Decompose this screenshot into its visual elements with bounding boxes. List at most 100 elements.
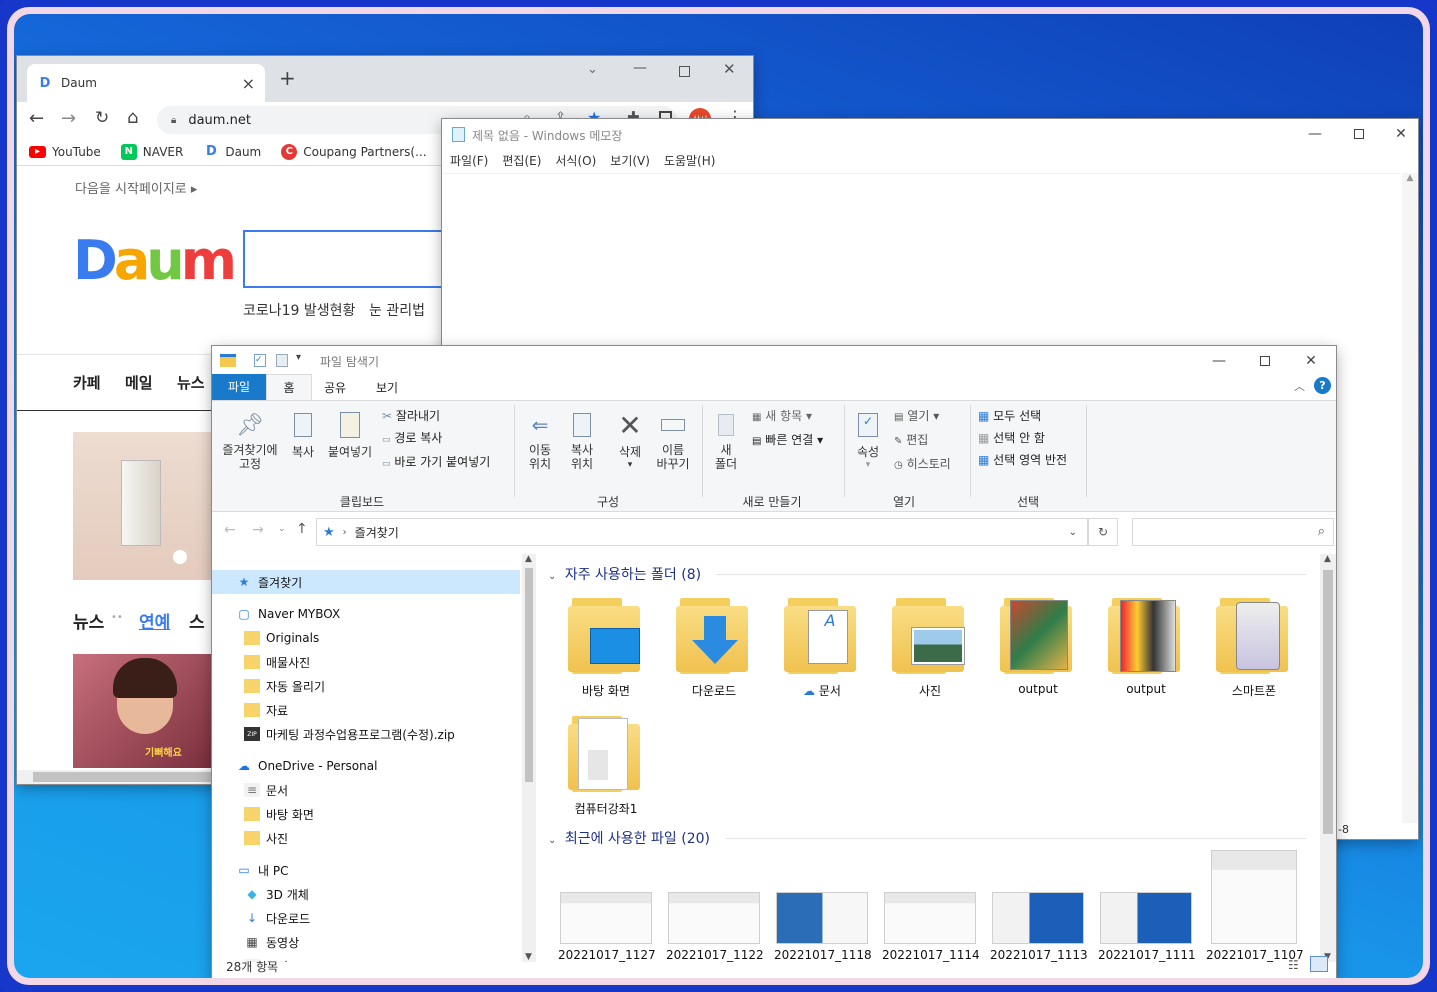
nav-item[interactable]: ◆ 3D 개체	[212, 882, 308, 906]
up-icon[interactable]: ↑	[296, 521, 308, 537]
help-icon[interactable]: ?	[1314, 377, 1331, 394]
nav-cafe[interactable]: 카페	[73, 372, 101, 393]
details-view-icon[interactable]: ☷	[1288, 958, 1299, 972]
nav-item[interactable]: ≡ 문서	[212, 778, 288, 802]
easy-access-button[interactable]: ▤ 빠른 연결 ▾	[752, 429, 823, 453]
refresh-button[interactable]: ↻	[1088, 518, 1118, 546]
nav-item[interactable]: ★ 즐겨찾기	[212, 570, 520, 594]
tab-file[interactable]: 파일	[212, 374, 266, 400]
recent-file-tile[interactable]: 20221017_1122	[666, 850, 764, 962]
quick-access-doc-icon[interactable]	[276, 354, 288, 367]
sports-tab[interactable]: 스	[189, 608, 205, 633]
recent-locations-icon[interactable]: ⌄	[278, 524, 286, 534]
folder-tile[interactable]: 바탕 화면	[558, 592, 654, 699]
frequent-folders-header[interactable]: ⌄ 자주 사용하는 폴더 (8)	[548, 564, 701, 584]
back-icon[interactable]: ←	[224, 522, 236, 538]
quick-access-check-icon[interactable]: ✓	[254, 354, 266, 367]
recent-file-tile[interactable]: 20221017_1118	[774, 850, 872, 962]
bookmark-daum[interactable]: D Daum	[203, 143, 261, 160]
search-input[interactable]	[243, 230, 473, 288]
nav-item[interactable]: 자료	[212, 698, 288, 722]
forward-icon[interactable]: →	[252, 522, 264, 538]
nav-item[interactable]: 사진	[212, 826, 288, 850]
address-bar[interactable]: ★ › 즐겨찾기 ⌄	[316, 518, 1088, 546]
new-item-button[interactable]: ▦ 새 항목 ▾	[752, 405, 823, 429]
forward-icon[interactable]: →	[61, 108, 76, 129]
nav-item[interactable]: 자동 올리기	[212, 674, 325, 698]
rename-button[interactable]: 이름 바꾸기	[652, 407, 694, 471]
nav-mail[interactable]: 메일	[125, 372, 153, 393]
bookmark-youtube[interactable]: ▸ YouTube	[29, 145, 101, 159]
minimize-icon[interactable]: —	[633, 60, 647, 76]
nav-item[interactable]: ↓ 다운로드	[212, 906, 310, 930]
paste-button[interactable]: 붙여넣기	[324, 407, 376, 460]
folder-tile[interactable]: output	[990, 592, 1086, 696]
entertainment-tab[interactable]: 연예	[139, 608, 170, 633]
trending-keyword[interactable]: 코로나19 발생현황	[243, 300, 355, 320]
copy-path-button[interactable]: ▭ 경로 복사	[382, 427, 490, 451]
maximize-icon[interactable]	[1336, 119, 1382, 149]
qat-dropdown-icon[interactable]: ▾	[296, 352, 301, 363]
tab-share[interactable]: 공유	[324, 379, 346, 396]
news-thumbnail[interactable]: 기뻐해요	[73, 654, 215, 768]
tab-view[interactable]: 보기	[376, 379, 398, 396]
paste-shortcut-button[interactable]: ▭ 바로 가기 붙여넣기	[382, 451, 490, 475]
delete-button[interactable]: ✕ 삭제 ▾	[610, 407, 650, 471]
recent-file-tile[interactable]: 20221017_1107	[1206, 850, 1304, 962]
trending-keyword[interactable]: 눈 관리법	[369, 300, 425, 320]
nav-item[interactable]: 바탕 화면	[212, 802, 314, 826]
start-page-link[interactable]: 다음을 시작페이지로 ▸	[75, 178, 197, 197]
invert-selection-button[interactable]: ▦ 선택 영역 반전	[978, 449, 1067, 471]
close-icon[interactable]: ✕	[1288, 346, 1334, 376]
select-none-button[interactable]: ▦ 선택 안 함	[978, 427, 1067, 449]
tab-close-icon[interactable]: ×	[242, 74, 255, 93]
copy-button[interactable]: 복사	[286, 407, 320, 460]
address-dropdown-icon[interactable]: ⌄	[1069, 527, 1077, 538]
recent-files-header[interactable]: ⌄ 최근에 사용한 파일 (20)	[548, 828, 710, 848]
minimize-icon[interactable]: —	[1196, 346, 1242, 376]
ribbon-collapse-icon[interactable]: ︿	[1294, 378, 1305, 394]
menu-view[interactable]: 보기(V)	[610, 152, 650, 169]
bookmark-coupang[interactable]: C Coupang Partners(...	[281, 143, 427, 160]
nav-item[interactable]: ▢ Naver MYBOX	[212, 602, 340, 626]
recent-file-tile[interactable]: 20221017_1114	[882, 850, 980, 962]
ad-banner-image[interactable]	[73, 432, 215, 580]
maximize-icon[interactable]	[679, 66, 690, 77]
vertical-scrollbar[interactable]: ▲	[1402, 173, 1418, 823]
folder-tile[interactable]: 다운로드	[666, 592, 762, 699]
folder-tile[interactable]: 스마트폰	[1206, 592, 1302, 699]
edit-button[interactable]: ✎ 편집	[894, 429, 951, 453]
copy-to-button[interactable]: 복사 위치	[562, 407, 602, 471]
close-icon[interactable]: ✕	[723, 60, 736, 78]
nav-scrollbar[interactable]: ▲ ▼	[522, 554, 536, 962]
recent-file-tile[interactable]: 20221017_1113	[990, 850, 1088, 962]
history-button[interactable]: ◷ 히스토리	[894, 453, 951, 477]
browser-tab[interactable]: D Daum ×	[27, 64, 265, 102]
new-folder-button[interactable]: 새 폴더	[708, 407, 744, 471]
minimize-icon[interactable]: —	[1292, 119, 1338, 149]
maximize-icon[interactable]	[1242, 346, 1288, 376]
menu-file[interactable]: 파일(F)	[450, 152, 488, 169]
folder-tile[interactable]: 컴퓨터강좌1	[558, 710, 654, 817]
cut-button[interactable]: ✂ 잘라내기	[382, 405, 490, 427]
nav-item[interactable]: ☁ OneDrive - Personal	[212, 754, 377, 778]
nav-item[interactable]: ▦ 동영상	[212, 930, 299, 954]
nav-news[interactable]: 뉴스	[177, 372, 205, 393]
menu-help[interactable]: 도움말(H)	[664, 152, 716, 169]
reload-icon[interactable]: ↻	[95, 108, 109, 128]
recent-file-tile[interactable]: 20221017_1111	[1098, 850, 1196, 962]
large-icons-view-icon[interactable]	[1310, 956, 1328, 972]
menu-edit[interactable]: 편집(E)	[502, 152, 541, 169]
back-icon[interactable]: ←	[29, 108, 44, 129]
search-input[interactable]: ⌕	[1132, 518, 1334, 546]
properties-button[interactable]: ✓ 속성 ▾	[850, 407, 886, 470]
breadcrumb[interactable]: 즐겨찾기	[355, 524, 399, 541]
tab-search-icon[interactable]: ⌄	[587, 62, 598, 77]
tab-home[interactable]: 홈	[266, 374, 312, 401]
nav-item[interactable]: 매물사진	[212, 650, 310, 674]
open-button[interactable]: ▤ 열기 ▾	[894, 405, 951, 429]
folder-tile[interactable]: output	[1098, 592, 1194, 696]
folder-tile[interactable]: 사진	[882, 592, 978, 699]
pin-quick-access-button[interactable]: 📌︎ 즐겨찾기에 고정	[218, 407, 282, 472]
bookmark-naver[interactable]: N NAVER	[120, 143, 183, 160]
